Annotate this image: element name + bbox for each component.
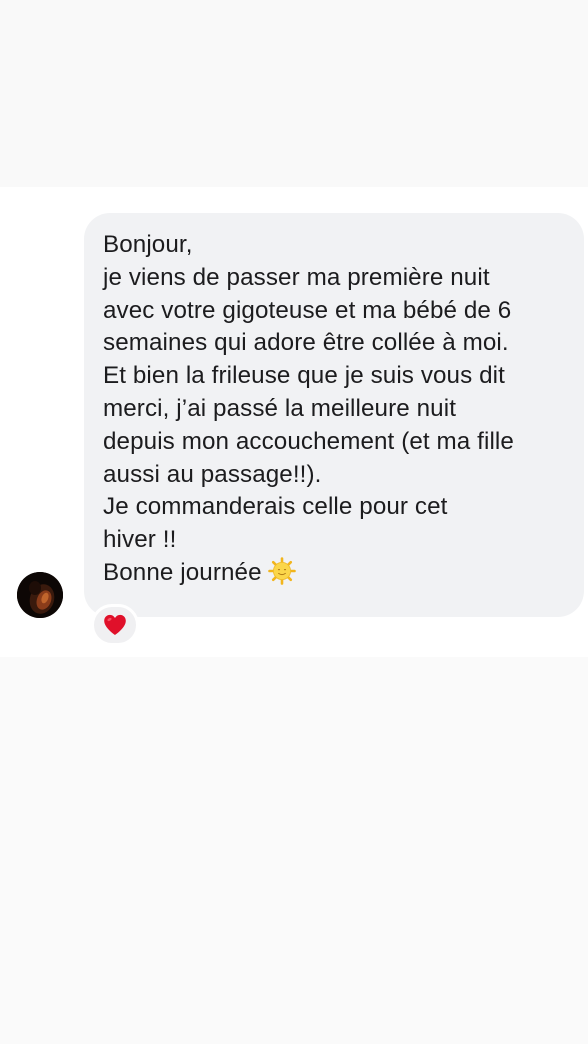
message-line: depuis mon accouchement (et ma fille	[103, 427, 514, 455]
red-heart-icon	[104, 614, 126, 635]
message-line: aussi au passage!!).	[103, 460, 322, 488]
profile-photo-icon	[17, 572, 63, 618]
top-empty-area	[0, 0, 588, 187]
sun-with-face-icon	[267, 557, 296, 585]
message-bubble[interactable]: Bonjour, je viens de passer ma première …	[84, 213, 584, 617]
message-line: merci, j’ai passé la meilleure nuit	[103, 394, 457, 422]
message-last-line: Bonne journée	[103, 557, 566, 590]
message-line: Je commanderais celle pour cet	[103, 493, 448, 521]
bottom-empty-area	[0, 657, 588, 1044]
message-line: hiver !!	[103, 526, 177, 554]
message-line: semaines qui adore être collée à moi.	[103, 329, 509, 357]
message-line: je viens de passer ma première nuit	[103, 263, 490, 291]
message-line: Et bien la frileuse que je suis vous dit	[103, 362, 505, 390]
message-line: Bonne journée	[103, 558, 262, 586]
message-line: avec votre gigoteuse et ma bébé de 6	[103, 296, 512, 324]
reaction-badge[interactable]	[91, 604, 139, 646]
message-line: Bonjour,	[103, 231, 193, 258]
sender-avatar[interactable]	[17, 572, 63, 618]
